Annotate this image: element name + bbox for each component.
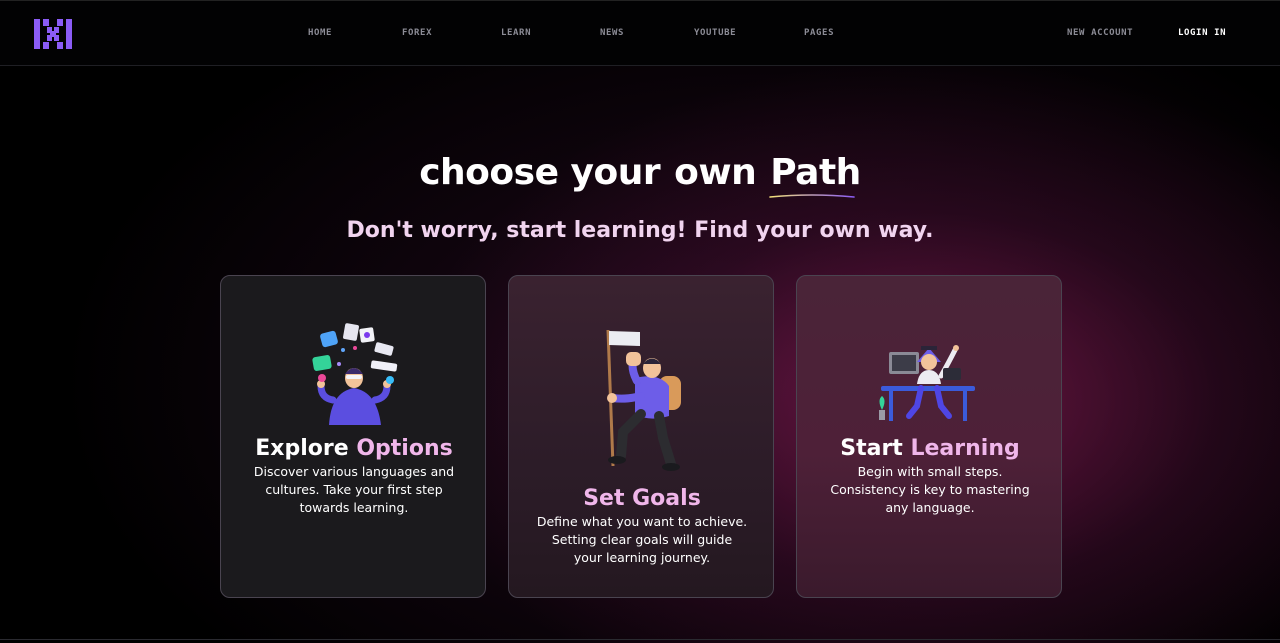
nav-pages-link[interactable]: PAGES [804,28,834,38]
hero-title-part2: own [674,152,757,193]
top-navbar: HOME FOREX LEARN NEWS YOUTUBE PAGES NEW … [0,0,1280,66]
nav-learn-link[interactable]: LEARN [501,28,531,38]
card-set-goals[interactable]: Set Goals Define what you want to achiev… [508,275,774,598]
card-title: Explore Options [255,436,453,461]
main-nav: HOME FOREX LEARN NEWS YOUTUBE PAGES NEW … [0,28,1280,42]
hero-title: choose your own Path [0,152,1280,198]
nav-home-link[interactable]: HOME [308,28,332,38]
card-title: Start Learning [840,436,1020,461]
card-description: Begin with small steps. Consistency is k… [830,464,1030,515]
card-explore-options[interactable]: Explore Options Discover various languag… [220,275,486,598]
nav-news-link[interactable]: NEWS [600,28,624,38]
card-description: Define what you want to achieve. Setting… [536,514,748,565]
card-start-learning[interactable]: Start Learning Begin with small steps. C… [796,275,1062,598]
desk-student-icon [879,345,975,421]
nav-youtube-link[interactable]: YOUTUBE [694,28,736,38]
nav-forex-link[interactable]: FOREX [402,28,432,38]
card-description: Discover various languages and cultures.… [253,464,455,515]
login-link[interactable]: LOGIN IN [1178,28,1226,38]
underline-squiggle-icon [769,194,856,198]
hero-title-highlight: Path [769,152,861,198]
juggling-person-icon [312,323,398,425]
hero-title-part1: choose your [419,152,661,193]
hero-subtitle: Don't worry, start learning! Find your o… [346,218,934,243]
footer-divider [0,639,1280,640]
new-account-link[interactable]: NEW ACCOUNT [1067,28,1133,38]
flag-climber-icon [606,329,681,471]
card-title: Set Goals [583,486,701,511]
